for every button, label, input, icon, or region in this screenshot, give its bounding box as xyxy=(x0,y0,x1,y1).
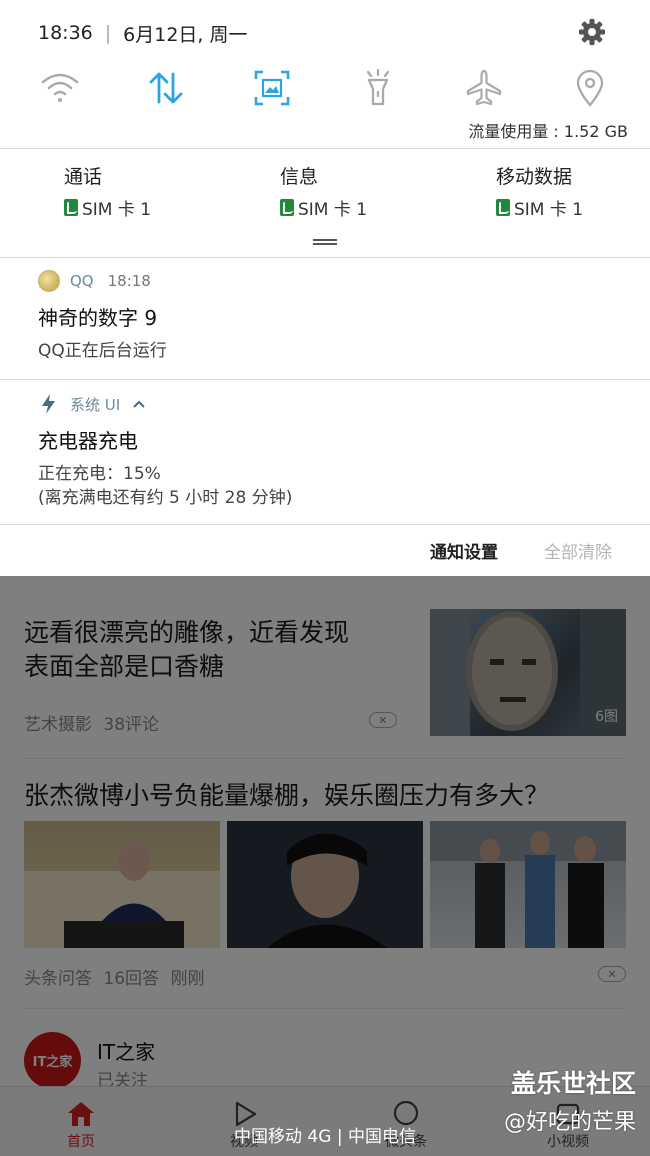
sim-setting-title: 信息 xyxy=(280,166,319,188)
sim-label: SIM 卡 1 xyxy=(82,200,152,220)
divider xyxy=(24,758,626,759)
airplane-icon[interactable] xyxy=(462,66,506,110)
clear-all-button[interactable]: 全部清除 xyxy=(544,538,612,563)
article-source: 头条问答 xyxy=(24,969,92,989)
divider xyxy=(0,379,650,380)
data-usage-label: 流量使用量 : 1.52 GB xyxy=(468,122,628,141)
notification-text: 正在充电：15% (离充满电还有约 5 小时 28 分钟) xyxy=(38,462,618,510)
sim-phone-icon xyxy=(280,199,294,216)
watermark-author: @好吃的芒果 xyxy=(503,1110,636,1135)
notification-time: 18:18 xyxy=(107,272,151,290)
notification-title: 充电器充电 xyxy=(38,429,138,453)
notification-system-ui[interactable]: 系统 UI 充电器充电 正在充电：15% (离充满电还有约 5 小时 28 分钟… xyxy=(38,393,618,510)
clock: 18:36 xyxy=(38,22,93,44)
notification-app-name: QQ xyxy=(70,272,94,290)
status-line: 18:36 | 6月12日, 周一 xyxy=(38,16,650,50)
notification-qq[interactable]: QQ 18:18 神奇的数字 9 QQ正在后台运行 xyxy=(38,270,618,363)
article-image[interactable] xyxy=(430,821,626,948)
quick-settings-row xyxy=(0,66,650,116)
divider xyxy=(0,524,650,525)
sim-setting-message[interactable]: 信息 SIM 卡 1 xyxy=(280,162,367,220)
notification-header: 系统 UI xyxy=(38,393,618,415)
wifi-icon[interactable] xyxy=(38,66,82,110)
sim-label: SIM 卡 1 xyxy=(514,200,584,220)
sim-setting-title: 移动数据 xyxy=(496,166,573,188)
notification-title: 神奇的数字 9 xyxy=(38,306,158,330)
flashlight-icon[interactable] xyxy=(356,66,400,110)
article-title-line: 远看很漂亮的雕像，近看发现 xyxy=(24,618,350,647)
sim-settings: 通话 SIM 卡 1 信息 SIM 卡 1 移动数据 SIM 卡 1 xyxy=(0,162,650,222)
notification-actions: 通知设置 全部清除 xyxy=(430,538,612,563)
sim-phone-icon xyxy=(496,199,510,216)
charging-status: 正在充电：15% xyxy=(38,464,161,484)
article-comments: 38评论 xyxy=(103,715,160,735)
article-source: 艺术摄影 xyxy=(24,715,92,735)
notification-settings-button[interactable]: 通知设置 xyxy=(430,538,498,563)
article-image[interactable] xyxy=(24,821,220,948)
sim-phone-icon xyxy=(64,199,78,216)
sim-setting-mobile-data[interactable]: 移动数据 SIM 卡 1 xyxy=(496,162,583,220)
divider xyxy=(0,257,650,258)
account-avatar[interactable]: IT之家 xyxy=(24,1032,81,1089)
dismiss-icon[interactable]: ✕ xyxy=(598,966,626,982)
date: 6月12日, 周一 xyxy=(123,23,248,46)
qq-avatar-icon xyxy=(38,270,60,292)
sim-setting-title: 通话 xyxy=(64,166,103,188)
divider xyxy=(0,148,650,149)
notification-header: QQ 18:18 xyxy=(38,270,618,292)
screenshot-icon[interactable] xyxy=(250,66,294,110)
article-meta: 艺术摄影 38评论 xyxy=(24,710,159,735)
dismiss-icon[interactable]: ✕ xyxy=(369,712,397,728)
article-title[interactable]: 远看很漂亮的雕像，近看发现 表面全部是口香糖 xyxy=(24,616,404,684)
article-title[interactable]: 张杰微博小号负能量爆棚，娱乐圈压力有多大？ xyxy=(24,776,549,812)
article-meta: 头条问答 16回答 刚刚 xyxy=(24,964,204,989)
charging-remaining: (离充满电还有约 5 小时 28 分钟) xyxy=(38,488,293,508)
gear-icon[interactable] xyxy=(578,18,606,46)
article-thumbnail[interactable]: 6图 xyxy=(430,609,626,736)
status-separator: | xyxy=(104,22,112,44)
article-answers: 16回答 xyxy=(103,969,160,989)
location-icon[interactable] xyxy=(568,66,612,110)
mobile-data-icon[interactable] xyxy=(144,66,188,110)
chevron-up-icon[interactable] xyxy=(132,399,146,409)
article-time: 刚刚 xyxy=(170,969,205,989)
notification-text: QQ正在后台运行 xyxy=(38,341,167,361)
article-title-line: 表面全部是口香糖 xyxy=(24,652,225,681)
image-count: 6图 xyxy=(595,709,618,725)
sim-label: SIM 卡 1 xyxy=(298,200,368,220)
lightning-icon xyxy=(42,394,55,414)
notification-app-name: 系统 UI xyxy=(70,395,121,414)
account-name[interactable]: IT之家 xyxy=(97,1036,155,1065)
sim-setting-call[interactable]: 通话 SIM 卡 1 xyxy=(64,162,151,220)
drag-handle[interactable] xyxy=(313,239,337,245)
divider xyxy=(24,1008,626,1009)
article-image[interactable] xyxy=(227,821,423,948)
notification-shade: 18:36 | 6月12日, 周一 流量使用量: 1.52 GB 通话 SIM… xyxy=(0,0,650,576)
watermark-title: 盖乐世社区 xyxy=(510,1069,636,1098)
